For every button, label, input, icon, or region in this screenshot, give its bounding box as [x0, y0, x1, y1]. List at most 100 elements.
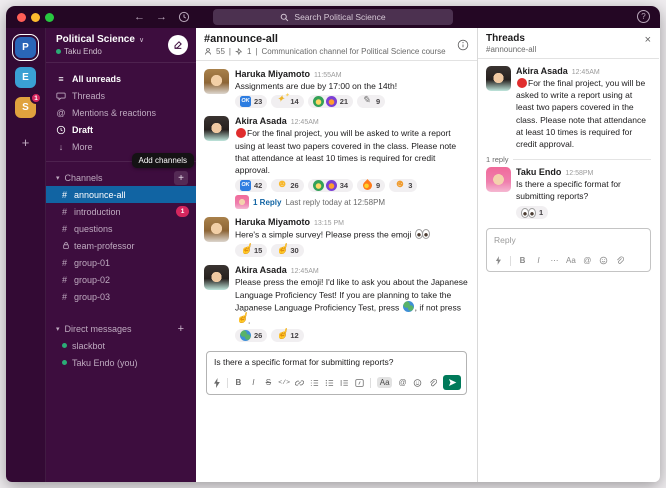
- link-icon[interactable]: [295, 378, 304, 388]
- close-window-button[interactable]: [17, 13, 26, 22]
- attach-icon[interactable]: [615, 256, 624, 265]
- sidebar-item-all-unreads[interactable]: ≡ All unreads: [46, 70, 196, 87]
- sidebar-item-channel-announce-all[interactable]: # announce-all: [46, 186, 196, 203]
- sidebar-item-channel-group-03[interactable]: # group-03: [46, 288, 196, 305]
- channels-header[interactable]: ▾ Channels +: [46, 170, 196, 186]
- message-author[interactable]: Haruka Miyamoto: [235, 217, 310, 227]
- new-message-button[interactable]: [168, 35, 188, 55]
- eyes-emoji: [415, 228, 430, 239]
- reaction-pill[interactable]: 1: [516, 206, 548, 219]
- thread-summary[interactable]: 1 Reply Last reply today at 12:58PM: [235, 195, 469, 209]
- mention-icon[interactable]: @: [398, 378, 407, 387]
- thread-replies-link[interactable]: 1 Reply: [253, 198, 281, 207]
- sidebar-item-threads[interactable]: Threads: [46, 87, 196, 104]
- reaction-pill[interactable]: 42: [235, 179, 267, 192]
- history-forward-button[interactable]: →: [156, 6, 167, 28]
- reaction-pill[interactable]: 14: [271, 95, 303, 108]
- attach-icon[interactable]: [428, 378, 437, 388]
- message-author[interactable]: Taku Endo: [516, 167, 561, 177]
- mention-icon[interactable]: @: [583, 256, 592, 265]
- reaction-pill[interactable]: 30: [271, 244, 303, 257]
- format-toggle-button[interactable]: Aa: [377, 377, 392, 388]
- overflow-icon[interactable]: ⋯: [550, 256, 559, 265]
- message-author[interactable]: Akira Asada: [516, 66, 568, 76]
- sidebar-item-channel-group-01[interactable]: # group-01: [46, 254, 196, 271]
- sidebar-item-mentions[interactable]: @ Mentions & reactions: [46, 104, 196, 121]
- shortcuts-icon[interactable]: [212, 378, 221, 388]
- code-icon[interactable]: </>: [279, 379, 290, 386]
- reaction-count: 12: [290, 331, 298, 340]
- italic-button[interactable]: I: [249, 378, 258, 387]
- close-icon[interactable]: ×: [645, 35, 651, 46]
- search-input[interactable]: Search Political Science: [213, 9, 453, 25]
- reply-input[interactable]: Reply: [487, 229, 650, 254]
- add-workspace-button[interactable]: +: [22, 135, 30, 150]
- sidebar-item-dm-slackbot[interactable]: slackbot: [46, 337, 196, 354]
- workspace-switcher-e[interactable]: E: [15, 67, 36, 88]
- avatar[interactable]: [204, 69, 229, 94]
- message-text: Assignments are due by 17:00 on the 14th…: [235, 80, 469, 92]
- history-back-button[interactable]: ←: [134, 6, 145, 28]
- reply-composer[interactable]: Reply B I ⋯ Aa @: [486, 228, 651, 272]
- channel-label: group-02: [74, 275, 110, 285]
- emoji-picker-icon[interactable]: [413, 378, 422, 388]
- reaction-pill[interactable]: 26: [235, 329, 267, 342]
- send-button[interactable]: [443, 375, 461, 390]
- message-composer[interactable]: Is there a specific format for submittin…: [206, 351, 467, 395]
- reaction-pill[interactable]: 23: [235, 95, 267, 108]
- workspace-header[interactable]: Political Science ∨ Taku Endo: [46, 28, 196, 63]
- composer-input[interactable]: Is there a specific format for submittin…: [207, 352, 466, 373]
- reaction-pill[interactable]: 34: [308, 179, 353, 192]
- thread-last-reply: Last reply today at 12:58PM: [285, 198, 385, 207]
- reaction-pill[interactable]: 26: [271, 179, 303, 192]
- reaction-pill[interactable]: 3: [389, 179, 417, 192]
- strikethrough-button[interactable]: S: [264, 378, 273, 387]
- code-block-icon[interactable]: [355, 378, 364, 388]
- dm-header[interactable]: ▾ Direct messages +: [46, 321, 196, 337]
- pins-count[interactable]: 1: [247, 47, 251, 56]
- message-author[interactable]: Akira Asada: [235, 265, 287, 275]
- channel-label: team-professor: [74, 241, 135, 251]
- members-count[interactable]: 55: [216, 47, 225, 56]
- sidebar-item-channel-questions[interactable]: # questions: [46, 220, 196, 237]
- format-toggle-button[interactable]: Aa: [566, 256, 576, 265]
- channel-info-icon[interactable]: [457, 39, 469, 51]
- reaction-pill[interactable]: 9: [357, 95, 385, 108]
- workspace-switcher-political-science[interactable]: P: [15, 37, 36, 58]
- reaction-pill[interactable]: 15: [235, 244, 267, 257]
- avatar[interactable]: [204, 217, 229, 242]
- reaction-pill[interactable]: 9: [357, 179, 385, 192]
- bullet-list-icon[interactable]: [325, 378, 334, 388]
- emoji-picker-icon[interactable]: [599, 256, 608, 265]
- workspace-switcher-s[interactable]: S 1: [15, 97, 36, 118]
- blockquote-icon[interactable]: [340, 378, 349, 388]
- sidebar-item-channel-introduction[interactable]: # introduction 1: [46, 203, 196, 220]
- sidebar-item-channel-group-02[interactable]: # group-02: [46, 271, 196, 288]
- add-dm-button[interactable]: +: [178, 323, 188, 335]
- message-author[interactable]: Haruka Miyamoto: [235, 69, 310, 79]
- hash-icon: #: [62, 258, 69, 268]
- reaction-pill[interactable]: 21: [308, 95, 353, 108]
- italic-button[interactable]: I: [534, 256, 543, 265]
- message-author[interactable]: Akira Asada: [235, 116, 287, 126]
- avatar[interactable]: [486, 167, 511, 192]
- bold-button[interactable]: B: [518, 256, 527, 265]
- zoom-window-button[interactable]: [45, 13, 54, 22]
- reaction-pill[interactable]: 12: [271, 329, 303, 342]
- avatar[interactable]: [204, 116, 229, 141]
- add-channel-button[interactable]: +: [174, 171, 188, 185]
- channel-topic[interactable]: Communication channel for Political Scie…: [262, 47, 446, 56]
- sidebar-item-draft[interactable]: Draft: [46, 121, 196, 138]
- minimize-window-button[interactable]: [31, 13, 40, 22]
- help-icon[interactable]: ?: [637, 10, 650, 23]
- sidebar-item-channel-team-professor[interactable]: team-professor: [46, 237, 196, 254]
- ordered-list-icon[interactable]: [310, 378, 319, 388]
- thumbs-up-emoji: [240, 245, 251, 256]
- shortcuts-icon[interactable]: [494, 256, 503, 265]
- avatar[interactable]: [204, 265, 229, 290]
- history-clock-icon[interactable]: [178, 11, 190, 23]
- mentions-icon: @: [56, 108, 66, 118]
- bold-button[interactable]: B: [234, 378, 243, 387]
- avatar[interactable]: [486, 66, 511, 91]
- sidebar-item-dm-taku-endo[interactable]: Taku Endo (you): [46, 354, 196, 371]
